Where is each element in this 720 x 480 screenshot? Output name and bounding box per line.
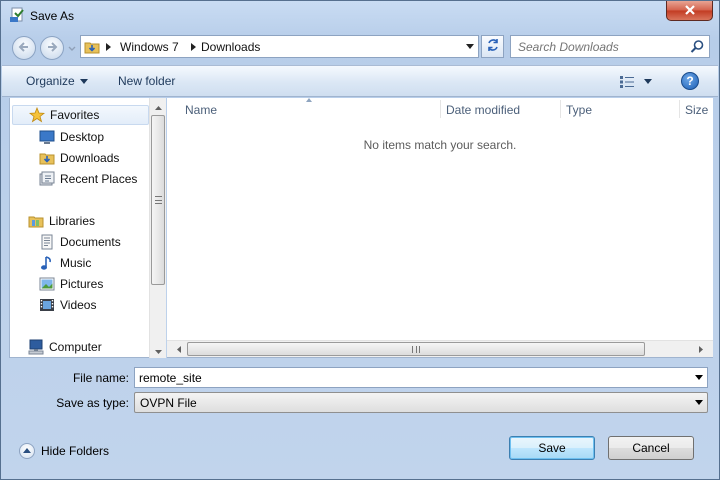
nav-item-downloads[interactable]: Downloads	[39, 148, 119, 168]
save-as-type-label: Save as type:	[56, 396, 129, 410]
nav-item-label: Documents	[60, 235, 121, 249]
empty-message: No items match your search.	[363, 138, 517, 152]
organize-button[interactable]: Organize	[26, 74, 75, 88]
videos-icon	[39, 297, 55, 313]
column-separator[interactable]	[679, 100, 680, 118]
nav-item-videos[interactable]: Videos	[39, 295, 96, 315]
save-as-type-value: OVPN File	[140, 396, 197, 410]
documents-icon	[39, 234, 55, 250]
save-button[interactable]: Save	[509, 436, 595, 460]
music-icon	[39, 255, 55, 271]
grip-icon	[155, 196, 162, 204]
nav-item-pictures[interactable]: Pictures	[39, 274, 103, 294]
chevron-down-icon[interactable]	[80, 79, 88, 84]
hide-folders-label: Hide Folders	[41, 444, 110, 458]
downloads-folder-icon	[39, 150, 55, 166]
breadcrumb-separator-icon	[106, 43, 111, 51]
nav-item-label: Favorites	[50, 108, 100, 122]
breadcrumb-separator-icon	[191, 43, 196, 51]
scroll-down-icon	[154, 343, 162, 357]
computer-icon	[28, 339, 44, 355]
help-icon[interactable]: ?	[681, 72, 699, 90]
nav-item-computer[interactable]: Computer	[28, 337, 102, 357]
save-as-type-select[interactable]: OVPN File	[134, 392, 708, 413]
breadcrumb-windows7[interactable]: Windows 7	[120, 40, 179, 54]
cancel-button[interactable]: Cancel	[608, 436, 694, 460]
file-name-field[interactable]	[134, 367, 708, 388]
view-dropdown-icon[interactable]	[644, 79, 652, 84]
arrow-left-icon	[18, 41, 30, 56]
scroll-down-button[interactable]	[150, 342, 166, 358]
new-folder-button[interactable]: New folder	[118, 74, 175, 88]
search-input[interactable]	[511, 36, 686, 57]
recent-places-icon	[39, 171, 55, 187]
nav-item-label: Pictures	[60, 277, 104, 291]
scroll-up-icon	[154, 99, 162, 113]
nav-item-label: Computer	[49, 340, 102, 354]
search-icon[interactable]	[690, 39, 705, 54]
chevron-up-icon	[19, 443, 35, 459]
column-header-type[interactable]: Type	[566, 98, 592, 121]
navigation-pane-scrollbar[interactable]	[149, 98, 166, 358]
address-bar[interactable]: Windows 7 Downloads	[80, 35, 479, 58]
desktop-icon	[39, 129, 55, 145]
column-separator[interactable]	[560, 100, 561, 118]
sort-ascending-icon	[306, 98, 312, 102]
file-name-label: File name:	[72, 371, 129, 385]
pictures-icon	[39, 276, 55, 292]
scroll-right-button[interactable]	[693, 341, 709, 357]
scroll-left-button[interactable]	[171, 341, 187, 357]
nav-item-label: Videos	[60, 298, 97, 312]
file-name-input[interactable]	[135, 368, 685, 387]
file-list-scrollbar[interactable]	[167, 340, 713, 357]
nav-item-libraries[interactable]: Libraries	[28, 211, 95, 231]
nav-item-label: Music	[60, 256, 92, 270]
chevron-down-icon	[68, 41, 76, 55]
grip-icon	[412, 346, 420, 353]
close-icon	[684, 4, 696, 18]
nav-item-label: Desktop	[60, 130, 105, 144]
column-header-date-modified[interactable]: Date modified	[446, 98, 520, 121]
close-button[interactable]	[666, 1, 713, 21]
column-separator[interactable]	[440, 100, 441, 118]
scroll-thumb[interactable]	[151, 115, 165, 285]
navigation-pane: Favorites Desktop Downloads Recent Place…	[9, 98, 166, 358]
column-header-name[interactable]: Name	[185, 98, 217, 121]
chevron-down-icon	[695, 400, 703, 405]
nav-item-label: Libraries	[49, 214, 96, 228]
star-icon	[28, 106, 46, 123]
column-header-size[interactable]: Size	[685, 98, 708, 121]
recent-locations-dropdown[interactable]	[67, 43, 77, 53]
breadcrumb-downloads[interactable]: Downloads	[201, 40, 260, 54]
hide-folders-button[interactable]: Hide Folders	[19, 442, 109, 460]
file-name-dropdown-icon[interactable]	[695, 375, 703, 380]
nav-item-music[interactable]: Music	[39, 253, 91, 273]
refresh-icon	[486, 38, 500, 55]
search-box[interactable]	[510, 35, 710, 58]
command-toolbar: Organize New folder ?	[2, 65, 718, 97]
nav-item-documents[interactable]: Documents	[39, 232, 121, 252]
title-bar: Save As	[1, 1, 719, 31]
scroll-left-icon	[177, 342, 181, 356]
forward-button[interactable]	[40, 36, 64, 60]
scroll-thumb[interactable]	[187, 342, 645, 356]
save-as-icon	[9, 7, 25, 23]
nav-item-recent-places[interactable]: Recent Places	[39, 169, 137, 189]
refresh-button[interactable]	[481, 35, 504, 58]
nav-item-label: Recent Places	[60, 172, 138, 186]
libraries-icon	[28, 213, 44, 229]
window-title: Save As	[30, 9, 75, 23]
arrow-right-icon	[46, 41, 58, 56]
nav-item-desktop[interactable]: Desktop	[39, 127, 104, 147]
scroll-up-button[interactable]	[150, 98, 166, 114]
scroll-right-icon	[699, 342, 703, 356]
view-options-icon[interactable]	[619, 75, 635, 89]
back-button[interactable]	[12, 36, 36, 60]
downloads-folder-icon	[84, 39, 100, 55]
save-as-dialog: Save As Windows 7 Downloads Search Downl…	[0, 0, 720, 480]
nav-item-favorites[interactable]: Favorites	[12, 105, 149, 125]
nav-item-label: Downloads	[60, 151, 120, 165]
file-list: Name Date modified Type Size No items ma…	[167, 98, 713, 358]
address-dropdown-icon[interactable]	[466, 44, 474, 49]
